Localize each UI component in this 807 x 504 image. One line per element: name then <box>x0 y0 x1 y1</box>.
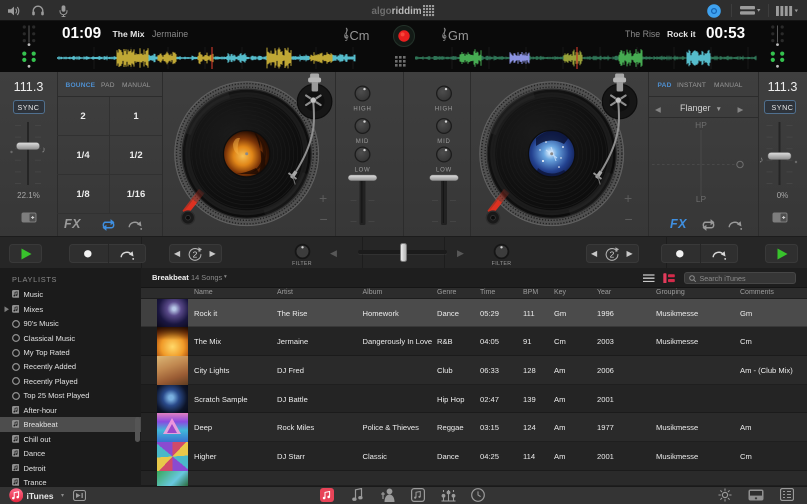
svg-text:LOW: LOW <box>436 168 452 174</box>
svg-text:MID: MID <box>437 139 450 145</box>
svg-text:LOW: LOW <box>354 168 370 174</box>
svg-text:HIGH: HIGH <box>435 107 453 113</box>
svg-text:2: 2 <box>192 249 197 259</box>
svg-text:♪: ♪ <box>42 145 47 155</box>
svg-text:♪: ♪ <box>759 155 764 165</box>
svg-text:MID: MID <box>356 139 369 145</box>
svg-text:2: 2 <box>609 249 614 259</box>
svg-text:HIGH: HIGH <box>353 107 371 113</box>
